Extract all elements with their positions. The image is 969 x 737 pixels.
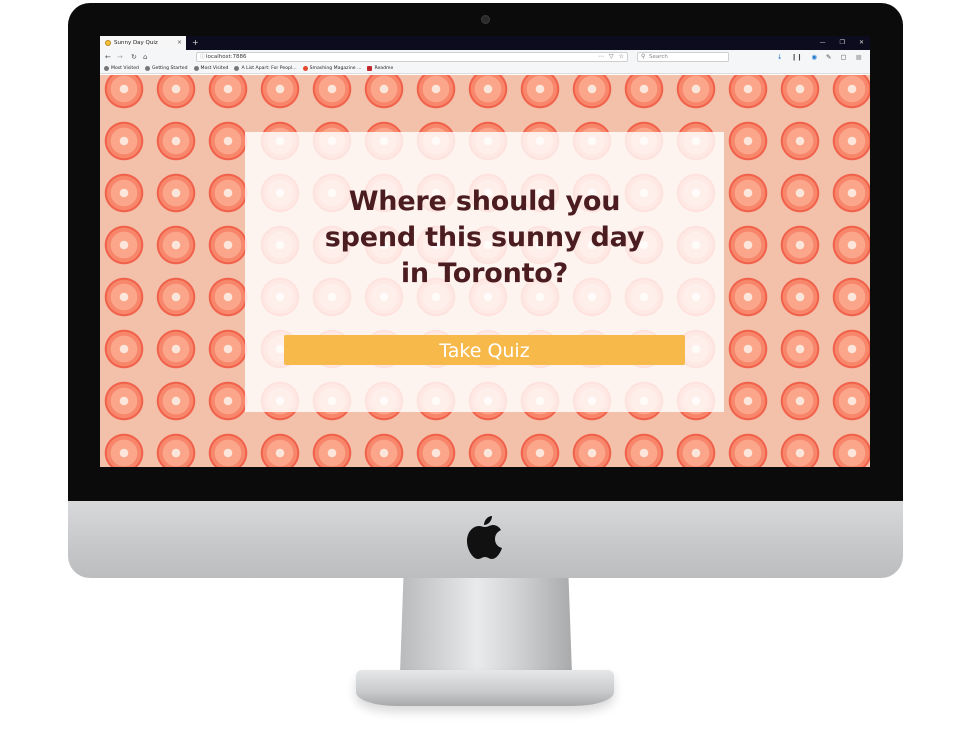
- ala-icon: [234, 66, 240, 71]
- camera: [481, 15, 490, 24]
- tab-sunny-day-quiz[interactable]: Sunny Day Quiz ×: [100, 36, 186, 50]
- bookmark-readme[interactable]: Readme: [367, 64, 393, 73]
- smashing-icon: [302, 66, 308, 71]
- headline-line-3: in Toronto?: [400, 258, 569, 289]
- quiz-headline: Where should you spend this sunny day in…: [245, 184, 724, 292]
- bookmark-most-visited[interactable]: Most Visited: [104, 64, 139, 73]
- browser-window: Sunny Day Quiz × + — ❐ ✕ ← → ↻ ⌂ ⓘ local…: [100, 36, 870, 467]
- download-icon[interactable]: ↓: [777, 50, 782, 64]
- library-icon[interactable]: ❙❙: [791, 50, 802, 64]
- apple-logo-icon: [467, 516, 502, 559]
- minimize-icon[interactable]: —: [820, 36, 826, 50]
- url-bar[interactable]: ⓘ localhost:7886 ⋯ ▽ ☆: [196, 52, 628, 62]
- firefox-icon: [144, 66, 150, 71]
- orange-pattern-background: Where should you spend this sunny day in…: [100, 75, 870, 467]
- bookmark-star-icon[interactable]: ☆: [619, 53, 624, 61]
- pocket-icon[interactable]: ▽: [609, 53, 614, 61]
- home-icon[interactable]: ⌂: [143, 50, 147, 64]
- new-tab-button[interactable]: +: [192, 36, 199, 49]
- bookmark-label: Readme: [374, 65, 394, 71]
- bookmark-label: Most Visited: [200, 65, 229, 71]
- monitor-stand-neck: [400, 578, 572, 674]
- close-window-icon[interactable]: ✕: [859, 36, 864, 50]
- sidebar-icon[interactable]: ▢: [840, 50, 846, 64]
- extension-icon[interactable]: ■: [856, 50, 862, 64]
- tab-bar: Sunny Day Quiz × + — ❐ ✕: [100, 36, 870, 50]
- toolbar-icons: ↓ ❙❙ ◉ ✎ ▢ ■ ☰: [777, 50, 870, 64]
- readme-icon: [367, 66, 373, 71]
- gear-icon: [193, 66, 199, 71]
- bookmark-getting-started[interactable]: Getting Started: [144, 64, 188, 73]
- bookmark-label: A List Apart: For Peopl...: [241, 65, 297, 71]
- bookmark-smashing-magazine[interactable]: Smashing Magazine ...: [302, 64, 362, 73]
- headline-line-2: spend this sunny day: [324, 222, 645, 253]
- sync-icon[interactable]: ◉: [811, 50, 817, 64]
- reload-icon[interactable]: ↻: [131, 50, 137, 64]
- gear-icon: [104, 66, 109, 71]
- page-actions-icon[interactable]: ⋯: [598, 53, 604, 61]
- tab-close-icon[interactable]: ×: [177, 36, 182, 50]
- bookmark-most-visited-2[interactable]: Most Visited: [193, 64, 229, 73]
- window-controls: — ❐ ✕: [820, 36, 864, 50]
- bookmark-label: Getting Started: [151, 65, 188, 71]
- headline-line-1: Where should you: [348, 186, 621, 217]
- url-text: localhost:7886: [206, 54, 247, 60]
- screenshot-icon[interactable]: ✎: [826, 50, 831, 64]
- url-actions: ⋯ ▽ ☆: [598, 53, 624, 61]
- forward-arrow-icon[interactable]: →: [117, 50, 123, 64]
- search-placeholder: Search: [649, 54, 668, 60]
- search-input[interactable]: ⚲ Search: [637, 52, 729, 62]
- monitor-stand-base: [356, 670, 614, 706]
- back-arrow-icon[interactable]: ←: [105, 50, 111, 64]
- site-info-icon[interactable]: ⓘ: [200, 53, 205, 61]
- bookmark-label: Smashing Magazine ...: [309, 65, 362, 71]
- maximize-icon[interactable]: ❐: [840, 36, 845, 50]
- tab-title: Sunny Day Quiz: [114, 40, 158, 46]
- bookmark-label: Most Visited: [111, 65, 139, 71]
- take-quiz-button[interactable]: Take Quiz: [284, 335, 685, 365]
- sun-favicon-icon: [105, 40, 111, 46]
- bookmarks-toolbar: Most Visited Getting Started Most Visite…: [100, 64, 870, 74]
- bookmark-a-list-apart[interactable]: A List Apart: For Peopl...: [234, 64, 297, 73]
- search-icon: ⚲: [641, 53, 646, 60]
- quiz-intro-card: Where should you spend this sunny day in…: [245, 132, 724, 412]
